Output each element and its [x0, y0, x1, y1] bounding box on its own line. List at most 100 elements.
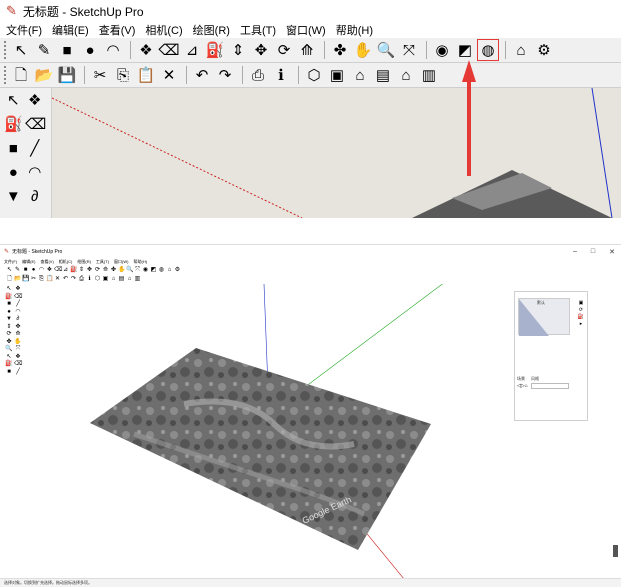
- paint-bucket-icon[interactable]: ⛽: [5, 361, 13, 368]
- cut-icon[interactable]: ✂: [30, 276, 37, 283]
- menu-file[interactable]: 文件(F): [6, 22, 42, 38]
- eraser-icon[interactable]: ⌫: [158, 40, 179, 60]
- undo-icon[interactable]: ↶: [62, 276, 69, 283]
- left-view-icon[interactable]: ▥: [419, 65, 439, 85]
- back-view-icon[interactable]: ⌂: [396, 65, 416, 85]
- polygon-icon[interactable]: ▼: [5, 316, 13, 323]
- orbit-icon[interactable]: ✤: [110, 267, 117, 274]
- redo-icon[interactable]: ↷: [215, 65, 235, 85]
- line-icon[interactable]: ╱: [26, 138, 45, 158]
- pan-icon[interactable]: ✋: [14, 339, 22, 346]
- eraser-icon[interactable]: ⌫: [25, 114, 46, 134]
- new-icon[interactable]: 🗋: [6, 276, 13, 283]
- toggle-terrain-icon[interactable]: ◩: [455, 40, 475, 60]
- menu-window[interactable]: 窗口(W): [114, 259, 128, 265]
- rectangle-icon[interactable]: ■: [22, 267, 29, 274]
- select-icon[interactable]: ↖: [11, 40, 31, 60]
- menu-draw[interactable]: 绘图(R): [77, 259, 91, 265]
- circle-icon[interactable]: ●: [5, 309, 13, 316]
- orbit-icon[interactable]: ✤: [5, 339, 13, 346]
- menu-edit[interactable]: 编辑(E): [52, 22, 89, 38]
- toggle-terrain-icon[interactable]: ◩: [150, 267, 157, 274]
- circle-icon[interactable]: ●: [80, 40, 100, 60]
- delete-icon[interactable]: ✕: [159, 65, 179, 85]
- menu-icon[interactable]: ▸: [577, 321, 585, 328]
- add-location-icon[interactable]: ◉: [142, 267, 149, 274]
- print-icon[interactable]: ⎙: [248, 65, 268, 85]
- zoom-icon[interactable]: 🔍: [376, 40, 396, 60]
- paint-bucket-icon[interactable]: ⛽: [4, 114, 23, 134]
- move-icon[interactable]: ✥: [251, 40, 271, 60]
- model-info-icon[interactable]: ℹ: [271, 65, 291, 85]
- warehouse-icon[interactable]: ⌂: [166, 267, 173, 274]
- line-icon[interactable]: ╱: [14, 369, 22, 376]
- eraser-icon[interactable]: ⌫: [54, 267, 62, 274]
- tape-measure-icon[interactable]: ⊿: [62, 267, 69, 274]
- push-pull-icon[interactable]: ⇕: [228, 40, 248, 60]
- copy-icon[interactable]: ⎘: [113, 65, 133, 85]
- make-component-icon[interactable]: ❖: [136, 40, 156, 60]
- front-view-icon[interactable]: ⌂: [350, 65, 370, 85]
- photo-textures-icon[interactable]: ◍: [477, 39, 499, 61]
- polygon-icon[interactable]: ▼: [4, 186, 23, 206]
- new-icon[interactable]: 🗋: [11, 65, 31, 85]
- copy-icon[interactable]: ⎘: [38, 276, 45, 283]
- arc-icon[interactable]: ◠: [38, 267, 45, 274]
- right-view-icon[interactable]: ▤: [118, 276, 125, 283]
- paste-icon[interactable]: 📋: [136, 65, 156, 85]
- arc-icon[interactable]: ◠: [14, 309, 22, 316]
- menu-draw[interactable]: 绘图(R): [193, 22, 230, 38]
- top-view-icon[interactable]: ▣: [327, 65, 347, 85]
- rectangle-icon[interactable]: ■: [57, 40, 77, 60]
- menu-edit[interactable]: 编辑(E): [22, 259, 35, 265]
- minimize-button[interactable]: –: [573, 248, 577, 255]
- move-icon[interactable]: ✥: [86, 267, 93, 274]
- open-icon[interactable]: 📂: [34, 65, 54, 85]
- rotate-icon[interactable]: ⟳: [94, 267, 101, 274]
- circle-icon[interactable]: ●: [4, 162, 23, 182]
- paint-bucket-icon[interactable]: ⛽: [205, 40, 225, 60]
- pan-icon[interactable]: ✋: [118, 267, 125, 274]
- menu-help[interactable]: 帮助(H): [133, 259, 147, 265]
- line-icon[interactable]: ╱: [14, 301, 22, 308]
- rotate-icon[interactable]: ⟳: [5, 331, 13, 338]
- open-icon[interactable]: 📂: [14, 276, 21, 283]
- iso-view-icon[interactable]: ⬡: [304, 65, 324, 85]
- drawing-canvas[interactable]: [52, 88, 621, 218]
- menu-camera[interactable]: 相机(C): [145, 22, 182, 38]
- left-view-icon[interactable]: ▥: [134, 276, 141, 283]
- print-icon[interactable]: ⎙: [78, 276, 85, 283]
- arc-icon[interactable]: ◠: [103, 40, 123, 60]
- extension-warehouse-icon[interactable]: ⚙: [534, 40, 554, 60]
- push-pull-icon[interactable]: ⇕: [78, 267, 85, 274]
- menu-help[interactable]: 帮助(H): [336, 22, 373, 38]
- paint-icon[interactable]: ⛽: [577, 314, 585, 321]
- offset-icon[interactable]: ⟰: [102, 267, 109, 274]
- make-component-icon[interactable]: ❖: [14, 286, 22, 293]
- scroll-handle[interactable]: [613, 545, 618, 557]
- offset-icon[interactable]: ⟰: [14, 331, 22, 338]
- rectangle-icon[interactable]: ■: [5, 301, 13, 308]
- add-scene-icon[interactable]: ▣: [577, 300, 585, 307]
- rectangle-icon[interactable]: ■: [5, 369, 13, 376]
- extension-warehouse-icon[interactable]: ⚙: [174, 267, 181, 274]
- rectangle-icon[interactable]: ■: [4, 138, 23, 158]
- undo-icon[interactable]: ↶: [192, 65, 212, 85]
- pencil-icon[interactable]: ✎: [34, 40, 54, 60]
- zoom-extents-icon[interactable]: ⤧: [134, 267, 141, 274]
- make-component-icon[interactable]: ❖: [14, 354, 22, 361]
- push-pull-icon[interactable]: ⇕: [5, 324, 13, 331]
- select-icon[interactable]: ↖: [4, 90, 23, 110]
- freehand-icon[interactable]: ∂: [14, 316, 22, 323]
- select-icon[interactable]: ↖: [5, 354, 13, 361]
- paint-bucket-icon[interactable]: ⛽: [70, 267, 77, 274]
- paste-icon[interactable]: 📋: [46, 276, 53, 283]
- front-view-icon[interactable]: ⌂: [110, 276, 117, 283]
- paint-bucket-icon[interactable]: ⛽: [5, 294, 13, 301]
- rotate-icon[interactable]: ⟳: [274, 40, 294, 60]
- make-component-icon[interactable]: ❖: [46, 267, 53, 274]
- menu-camera[interactable]: 相机(C): [59, 259, 73, 265]
- right-view-icon[interactable]: ▤: [373, 65, 393, 85]
- menu-view[interactable]: 查看(V): [40, 259, 53, 265]
- eraser-icon[interactable]: ⌫: [14, 361, 22, 368]
